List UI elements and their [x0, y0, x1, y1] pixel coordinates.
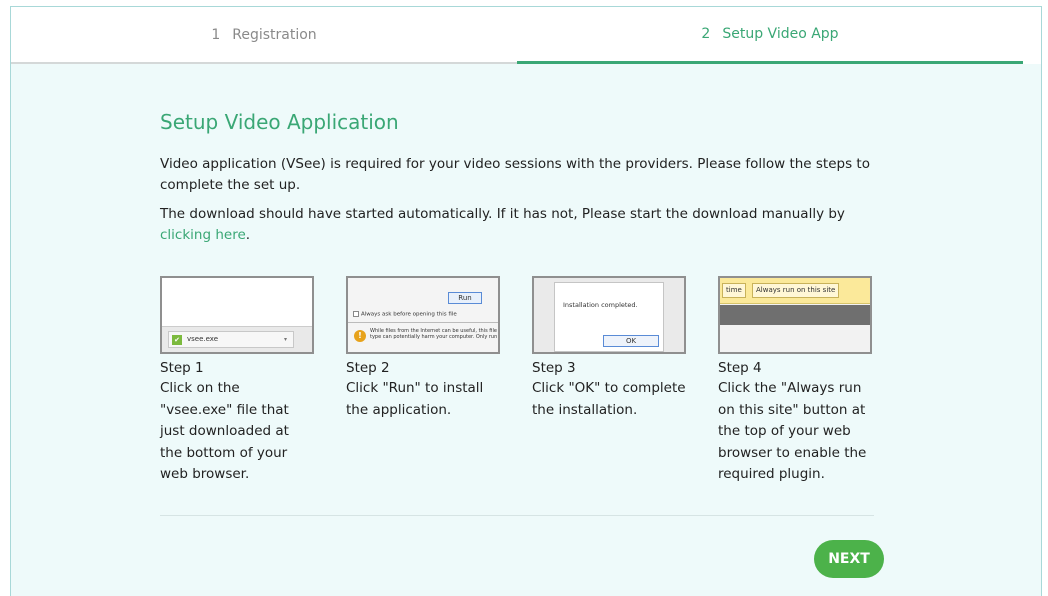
step-4-text: Click the "Always run on this site" butt…	[718, 380, 867, 482]
step-2: Run Always ask before opening this file …	[346, 276, 500, 486]
step-1-title: Step 1	[160, 360, 204, 376]
step-4: time Always run on this site Step 4 Clic…	[718, 276, 872, 486]
download-instructions: The download should have started automat…	[160, 204, 874, 246]
next-button[interactable]: NEXT	[814, 540, 884, 578]
run-button-preview: Run	[448, 292, 482, 304]
warning-text-preview: While files from the Internet can be use…	[370, 328, 498, 340]
clicking-here-link[interactable]: clicking here	[160, 227, 246, 243]
tab-setup-video-app[interactable]: 2 Setup Video App	[517, 7, 1023, 64]
tab-registration[interactable]: 1 Registration	[11, 7, 517, 64]
download-prefix: The download should have started automat…	[160, 206, 845, 222]
download-suffix: .	[245, 227, 251, 243]
content-divider	[160, 515, 874, 516]
step-2-text: Click "Run" to install the application.	[346, 380, 484, 418]
download-file-chip: ✔ vsee.exe ▾	[168, 331, 294, 348]
warning-shield-icon: !	[354, 330, 366, 342]
wizard-tabs: 1 Registration 2 Setup Video App	[11, 7, 1041, 64]
steps-list: ✔ vsee.exe ▾ Step 1 Click on the "vsee.e…	[160, 276, 874, 486]
intro-text: Video application (VSee) is required for…	[160, 156, 870, 193]
ok-button-preview: OK	[603, 335, 659, 347]
tab-registration-number: 1	[211, 26, 221, 43]
checkbox-icon	[353, 311, 359, 317]
step-4-screenshot: time Always run on this site	[718, 276, 872, 354]
always-ask-checkbox-preview: Always ask before opening this file	[353, 311, 457, 318]
installation-completed-text: Installation completed.	[563, 301, 638, 309]
checkbox-label-preview: Always ask before opening this file	[361, 311, 457, 318]
page-title: Setup Video Application	[160, 110, 399, 134]
step-3-screenshot: Installation completed. OK	[532, 276, 686, 354]
step-3: Installation completed. OK Step 3 Click …	[532, 276, 686, 486]
step-2-screenshot: Run Always ask before opening this file …	[346, 276, 500, 354]
step-3-title: Step 3	[532, 360, 576, 376]
chevron-down-icon: ▾	[283, 336, 287, 343]
main-content: Setup Video Application Video applicatio…	[160, 108, 874, 486]
vsee-file-icon: ✔	[172, 335, 182, 345]
tab-setup-label: Setup Video App	[722, 26, 839, 42]
step-1-screenshot: ✔ vsee.exe ▾	[160, 276, 314, 354]
step-2-title: Step 2	[346, 360, 390, 376]
download-bar: ✔ vsee.exe ▾	[162, 326, 312, 352]
step-1: ✔ vsee.exe ▾ Step 1 Click on the "vsee.e…	[160, 276, 314, 486]
step-4-title: Step 4	[718, 360, 762, 376]
time-button-preview: time	[722, 283, 746, 298]
step-1-text: Click on the "vsee.exe" file that just d…	[160, 380, 289, 482]
download-file-name: vsee.exe	[187, 335, 219, 343]
tab-registration-label: Registration	[232, 26, 317, 43]
plugin-bar-preview: time Always run on this site	[720, 278, 870, 304]
always-run-button-preview: Always run on this site	[752, 283, 840, 298]
step-3-text: Click "OK" to complete the installation.	[532, 380, 686, 418]
tab-setup-number: 2	[701, 26, 711, 42]
installation-dialog-preview: Installation completed. OK	[554, 282, 664, 352]
